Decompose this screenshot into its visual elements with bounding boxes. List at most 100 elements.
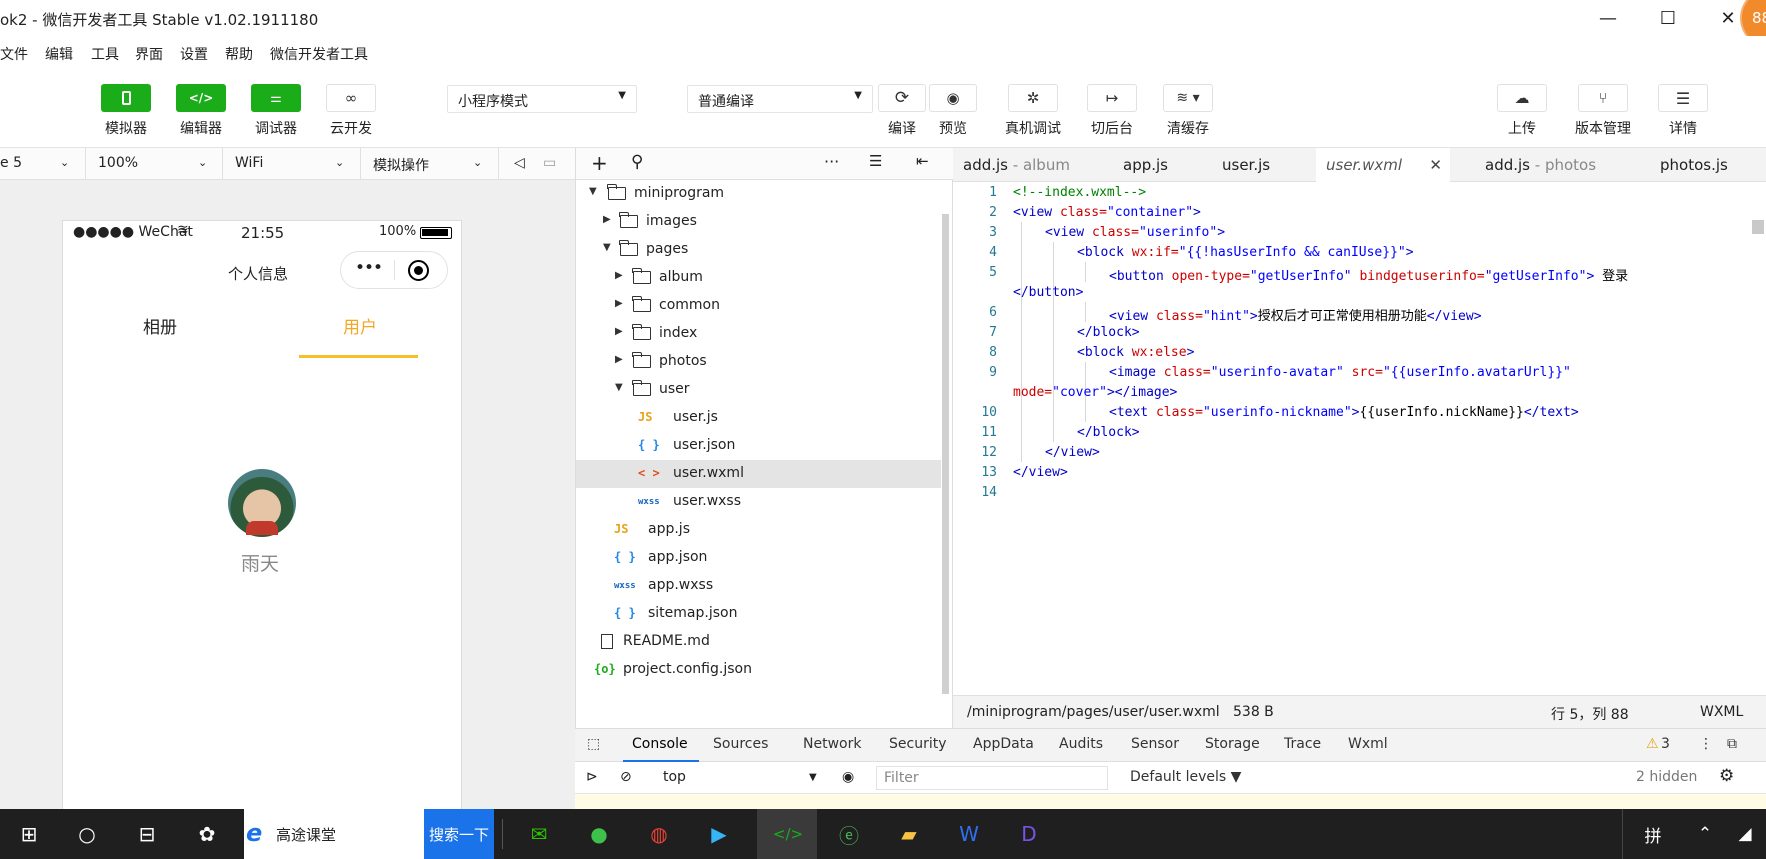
wps-icon[interactable]: W [952, 817, 986, 851]
tree-folder-images[interactable]: ▶ images [576, 208, 941, 236]
eye-icon[interactable]: ◉ [842, 769, 854, 785]
tree-file-user-wxss[interactable]: wxss user.wxss [576, 488, 941, 516]
cursor-position[interactable]: 行 5，列 88 [1551, 704, 1629, 724]
chevron-up-icon[interactable]: ⌃ [1688, 817, 1722, 851]
devtools-app-icon[interactable]: </> [771, 817, 805, 851]
tree-folder-user[interactable]: ▼ user [576, 376, 941, 404]
menu-help[interactable]: 帮助 [225, 44, 253, 64]
capsule-menu[interactable]: ••• [340, 251, 448, 289]
network-icon[interactable]: ◢ [1728, 817, 1762, 851]
remote-debug-button[interactable]: ✲ [1008, 84, 1058, 112]
tab-security[interactable]: Security [889, 736, 947, 752]
volume-icon[interactable]: ◁ [514, 155, 525, 171]
tree-file-sitemap-json[interactable]: { } sitemap.json [576, 600, 941, 628]
filter-input[interactable]: Filter [876, 766, 1108, 790]
task-view-icon[interactable]: ⊟ [130, 817, 164, 851]
clear-console-icon[interactable]: ⊘ [620, 769, 632, 785]
operation-select[interactable]: 模拟操作 [373, 155, 429, 175]
tab-album[interactable]: 相册 [143, 313, 177, 338]
tree-file-user-json[interactable]: { } user.json [576, 432, 941, 460]
tree-folder-common[interactable]: ▶ common [576, 292, 941, 320]
tab-network[interactable]: Network [803, 736, 861, 752]
details-button[interactable]: ☰ [1658, 84, 1708, 112]
menu-tools[interactable]: 工具 [91, 44, 119, 64]
preview-button[interactable]: ◉ [929, 84, 977, 112]
simulator-button[interactable] [101, 84, 151, 112]
gear-icon[interactable]: ⚙ [1719, 766, 1734, 786]
tab-add-js-photos[interactable]: add.js - photos [1475, 148, 1606, 182]
background-button[interactable]: ↦ [1087, 84, 1137, 112]
tree-folder-index[interactable]: ▶ index [576, 320, 941, 348]
tab-user-wxml[interactable]: user.wxml ✕ [1316, 148, 1450, 182]
purple-app-icon[interactable]: D [1012, 817, 1046, 851]
tab-photos-js[interactable]: photos.js [1650, 148, 1738, 182]
sidebar-toggle-icon[interactable]: ⊳ [586, 769, 598, 785]
debugger-button[interactable]: ⚌ [251, 84, 301, 112]
zoom-select[interactable]: 100% [98, 155, 138, 171]
editor-button[interactable]: </> [176, 84, 226, 112]
tree-file-user-wxml[interactable]: < > user.wxml [576, 460, 941, 488]
menu-wechat-devtools[interactable]: 微信开发者工具 [270, 44, 368, 64]
device-select[interactable]: e 5 [0, 155, 22, 171]
tree-file-app-js[interactable]: JS app.js [576, 516, 941, 544]
clear-cache-button[interactable]: ≋ ▾ [1163, 84, 1213, 112]
file-explorer-icon[interactable]: ▰ [892, 817, 926, 851]
cortana-icon[interactable]: ○ [70, 817, 104, 851]
search-button[interactable]: 搜索一下 [424, 809, 494, 859]
kebab-menu-icon[interactable]: ⋮ [1699, 736, 1713, 752]
menu-file[interactable]: 文件 [0, 44, 28, 64]
sidebar-toggle-icon[interactable]: ⇤ [916, 152, 929, 170]
tab-storage[interactable]: Storage [1205, 736, 1260, 752]
inspect-icon[interactable]: ⬚ [587, 736, 600, 752]
media-player-icon[interactable]: ▶ [702, 817, 736, 851]
tab-audits[interactable]: Audits [1059, 736, 1103, 752]
compile-mode-select[interactable]: 普通编译 ▼ [687, 85, 873, 113]
tree-folder-miniprogram[interactable]: ▼ miniprogram [576, 180, 941, 208]
dock-icon[interactable]: ⧉ [1727, 736, 1737, 752]
menu-settings[interactable]: 设置 [180, 44, 208, 64]
more-icon[interactable]: ··· [824, 152, 839, 171]
maximize-button[interactable]: ☐ [1640, 0, 1696, 36]
tab-user-js[interactable]: user.js [1212, 148, 1280, 182]
tree-file-project-config[interactable]: {o} project.config.json [576, 656, 941, 684]
tab-sources[interactable]: Sources [713, 736, 768, 752]
tree-file-app-json[interactable]: { } app.json [576, 544, 941, 572]
code-editor[interactable]: 1 2 3 4 5 6 7 8 9 10 11 12 13 14 <!--ind… [953, 182, 1766, 695]
tab-appdata[interactable]: AppData [973, 736, 1034, 752]
windows-start-icon[interactable]: ⊞ [12, 817, 46, 851]
more-dots-icon[interactable]: ••• [355, 258, 383, 278]
green-app-icon[interactable]: ● [582, 817, 616, 851]
tree-file-user-js[interactable]: JS user.js [576, 404, 941, 432]
compile-button[interactable]: ⟳ [878, 84, 926, 112]
warning-count[interactable]: 3 [1661, 736, 1670, 752]
menu-edit[interactable]: 编辑 [45, 44, 73, 64]
tab-wxml[interactable]: Wxml [1348, 736, 1388, 752]
context-select[interactable]: top [663, 769, 686, 785]
collapse-icon[interactable]: ☰ [869, 152, 882, 170]
pinwheel-app-icon[interactable]: ✿ [190, 817, 224, 851]
close-tab-icon[interactable]: ✕ [1429, 156, 1442, 174]
mode-select[interactable]: 小程序模式 ▼ [447, 85, 637, 113]
minimize-button[interactable]: — [1580, 0, 1636, 36]
tree-folder-album[interactable]: ▶ album [576, 264, 941, 292]
tab-app-js[interactable]: app.js [1113, 148, 1178, 182]
chrome-icon[interactable]: ◍ [642, 817, 676, 851]
levels-select[interactable]: Default levels ▼ [1130, 769, 1241, 785]
tree-file-app-wxss[interactable]: wxss app.wxss [576, 572, 941, 600]
window-icon[interactable]: ▭ [543, 155, 556, 171]
tab-console[interactable]: Console [632, 736, 688, 752]
language-mode[interactable]: WXML [1700, 704, 1743, 720]
search-icon[interactable]: ⚲ [631, 152, 643, 172]
tab-user[interactable]: 用户 [343, 313, 377, 338]
cloud-button[interactable]: ∞ [326, 84, 376, 112]
explorer-scrollbar[interactable] [942, 214, 949, 694]
tab-trace[interactable]: Trace [1284, 736, 1321, 752]
network-select[interactable]: WiFi [235, 155, 263, 171]
tree-folder-pages[interactable]: ▼ pages [576, 236, 941, 264]
browser-app-icon[interactable]: ⓔ [832, 817, 866, 851]
close-circle-icon[interactable] [408, 260, 429, 281]
upload-button[interactable]: ☁ [1497, 84, 1547, 112]
add-icon[interactable]: + [591, 151, 608, 175]
version-button[interactable]: ⑂ [1578, 84, 1628, 112]
tree-folder-photos[interactable]: ▶ photos [576, 348, 941, 376]
